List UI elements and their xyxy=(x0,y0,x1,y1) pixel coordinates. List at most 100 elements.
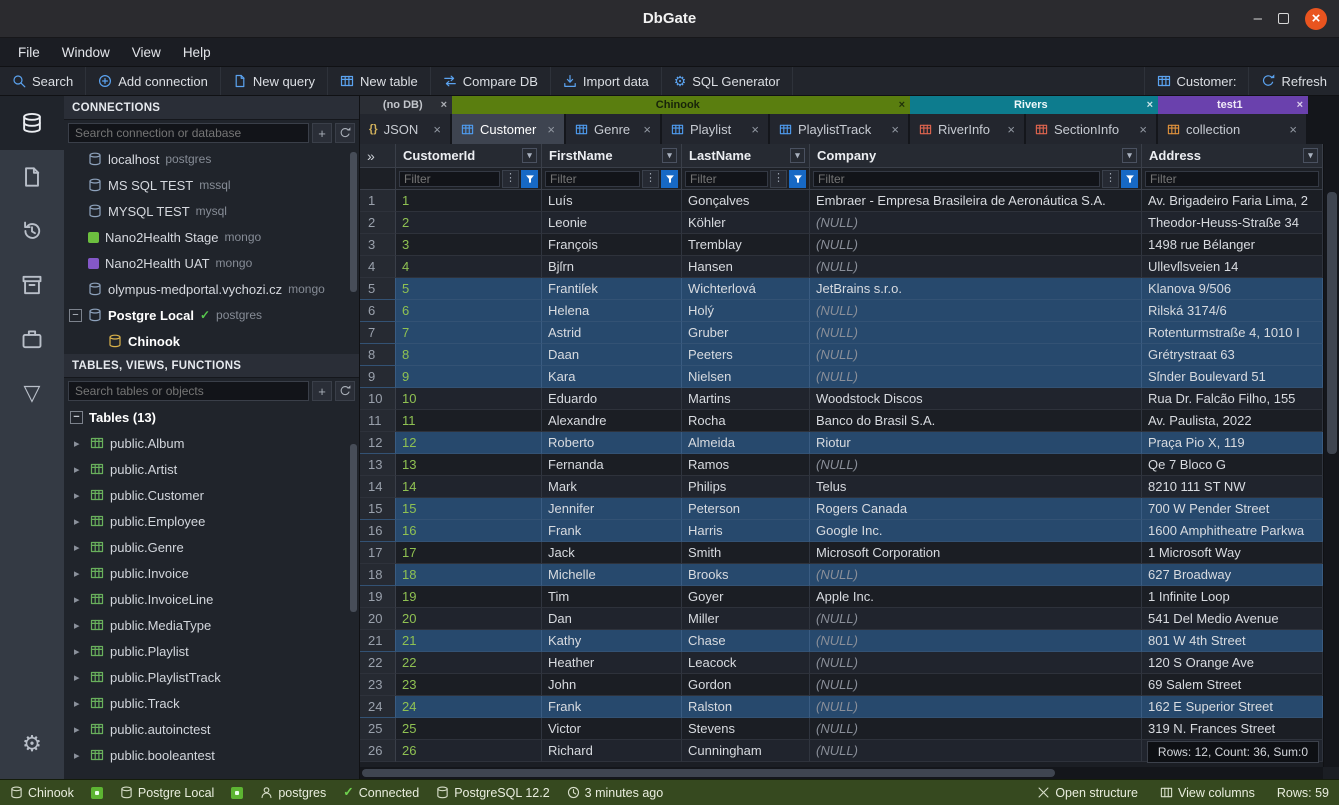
row-number[interactable]: 18 xyxy=(360,564,396,586)
grid-cell[interactable]: (NULL) xyxy=(810,300,1142,322)
grid-cell[interactable]: Sſnder Boulevard 51 xyxy=(1142,366,1323,388)
status-open-structure[interactable]: Open structure xyxy=(1037,786,1138,800)
grid-cell[interactable]: Eduardo xyxy=(542,388,682,410)
row-number[interactable]: 20 xyxy=(360,608,396,630)
grid-cell[interactable]: 1498 rue Bélanger xyxy=(1142,234,1323,256)
row-number[interactable]: 1 xyxy=(360,190,396,212)
filter-input-lastname[interactable] xyxy=(685,171,768,187)
menu-item-help[interactable]: Help xyxy=(173,42,221,63)
row-number[interactable]: 2 xyxy=(360,212,396,234)
toolbar-import-data-button[interactable]: Import data xyxy=(551,67,662,95)
grid-cell[interactable]: Tremblay xyxy=(682,234,810,256)
row-number[interactable]: 17 xyxy=(360,542,396,564)
add-connection-small-button[interactable]: + xyxy=(312,123,332,143)
grid-cell[interactable]: 69 Salem Street xyxy=(1142,674,1323,696)
grid-cell[interactable]: Tim xyxy=(542,586,682,608)
tab-playlisttrack[interactable]: PlaylistTrack× xyxy=(770,114,910,144)
chevron-right-icon[interactable]: ▸ xyxy=(74,619,84,632)
column-header-address[interactable]: Address▾ xyxy=(1142,144,1323,167)
grid-cell[interactable]: Fernanda xyxy=(542,454,682,476)
vertical-scrollbar-thumb[interactable] xyxy=(1327,192,1337,454)
grid-cell[interactable]: Almeida xyxy=(682,432,810,454)
grid-cell[interactable]: 7 xyxy=(396,322,542,344)
toolbar-sql-generator-button[interactable]: ⚙SQL Generator xyxy=(662,67,793,95)
grid-cell[interactable]: Rilská 3174/6 xyxy=(1142,300,1323,322)
table-item[interactable]: ▸public.Artist xyxy=(64,456,359,482)
status-view-columns[interactable]: View columns xyxy=(1160,786,1255,800)
row-number[interactable]: 26 xyxy=(360,740,396,762)
connection-item[interactable]: −Postgre Local✓postgres xyxy=(64,302,359,328)
grid-cell[interactable]: Microsoft Corporation xyxy=(810,542,1142,564)
column-dropdown-icon[interactable]: ▾ xyxy=(662,148,677,163)
chevron-right-icon[interactable]: ▸ xyxy=(74,749,84,762)
grid-cell[interactable]: Woodstock Discos xyxy=(810,388,1142,410)
grid-cell[interactable]: Google Inc. xyxy=(810,520,1142,542)
toolbar-compare-db-button[interactable]: Compare DB xyxy=(431,67,551,95)
row-number[interactable]: 6 xyxy=(360,300,396,322)
grid-cell[interactable]: 20 xyxy=(396,608,542,630)
collapse-icon[interactable]: − xyxy=(70,411,83,424)
filter-input-company[interactable] xyxy=(813,171,1100,187)
chevron-right-icon[interactable]: ▸ xyxy=(74,463,84,476)
table-item[interactable]: ▸public.Playlist xyxy=(64,638,359,664)
grid-cell[interactable]: Grétrystraat 63 xyxy=(1142,344,1323,366)
close-icon[interactable]: × xyxy=(1139,123,1147,136)
close-icon[interactable]: × xyxy=(751,123,759,136)
grid-cell[interactable]: Banco do Brasil S.A. xyxy=(810,410,1142,432)
table-item[interactable]: ▸public.Customer xyxy=(64,482,359,508)
menu-item-view[interactable]: View xyxy=(122,42,171,63)
rail-item-settings[interactable]: ⚙ xyxy=(0,717,64,771)
filter-menu-button[interactable]: ⋮ xyxy=(642,170,659,188)
grid-cell[interactable]: (NULL) xyxy=(810,718,1142,740)
tables-group-header[interactable]: −Tables (13) xyxy=(64,404,359,430)
grid-cell[interactable]: 24 xyxy=(396,696,542,718)
grid-cell[interactable]: (NULL) xyxy=(810,454,1142,476)
grid-cell[interactable]: Ralston xyxy=(682,696,810,718)
connections-search-input[interactable] xyxy=(68,123,309,143)
grid-cell[interactable]: Embraer - Empresa Brasileira de Aeronáut… xyxy=(810,190,1142,212)
row-number[interactable]: 3 xyxy=(360,234,396,256)
chevron-right-icon[interactable]: ▸ xyxy=(74,671,84,684)
rail-item-connections[interactable] xyxy=(0,96,64,150)
row-number[interactable]: 16 xyxy=(360,520,396,542)
grid-cell[interactable]: 162 E Superior Street xyxy=(1142,696,1323,718)
chevron-right-icon[interactable]: ▸ xyxy=(74,489,84,502)
grid-cell[interactable]: 627 Broadway xyxy=(1142,564,1323,586)
column-dropdown-icon[interactable]: ▾ xyxy=(522,148,537,163)
grid-cell[interactable]: Rua Dr. Falcão Filho, 155 xyxy=(1142,388,1323,410)
rail-item-filter[interactable]: ▽ xyxy=(0,366,64,420)
grid-cell[interactable]: Daan xyxy=(542,344,682,366)
grid-cell[interactable]: 1 Infinite Loop xyxy=(1142,586,1323,608)
grid-cell[interactable]: 18 xyxy=(396,564,542,586)
maximize-button[interactable] xyxy=(1278,13,1289,24)
grid-cell[interactable]: Kathy xyxy=(542,630,682,652)
filter-funnel-button[interactable] xyxy=(661,170,678,188)
grid-cell[interactable]: Roberto xyxy=(542,432,682,454)
tab-group-rivers[interactable]: Rivers× xyxy=(910,96,1158,114)
chevron-right-icon[interactable]: ▸ xyxy=(74,723,84,736)
column-header-firstname[interactable]: FirstName▾ xyxy=(542,144,682,167)
grid-cell[interactable]: Praça Pio X, 119 xyxy=(1142,432,1323,454)
grid-cell[interactable]: Kara xyxy=(542,366,682,388)
grid-cell[interactable]: 8 xyxy=(396,344,542,366)
grid-cell[interactable]: 541 Del Medio Avenue xyxy=(1142,608,1323,630)
grid-cell[interactable]: 11 xyxy=(396,410,542,432)
close-button[interactable]: × xyxy=(1305,8,1327,30)
close-icon[interactable]: × xyxy=(1289,123,1297,136)
row-number[interactable]: 24 xyxy=(360,696,396,718)
filter-funnel-button[interactable] xyxy=(521,170,538,188)
refresh-connections-button[interactable] xyxy=(335,123,355,143)
grid-cell[interactable]: 16 xyxy=(396,520,542,542)
grid-cell[interactable]: Gruber xyxy=(682,322,810,344)
row-number[interactable]: 13 xyxy=(360,454,396,476)
grid-cell[interactable]: 1 Microsoft Way xyxy=(1142,542,1323,564)
tab-json[interactable]: {}JSON× xyxy=(360,114,452,144)
column-dropdown-icon[interactable]: ▾ xyxy=(790,148,805,163)
grid-cell[interactable]: Ramos xyxy=(682,454,810,476)
filter-menu-button[interactable]: ⋮ xyxy=(502,170,519,188)
filter-funnel-button[interactable] xyxy=(789,170,806,188)
grid-cell[interactable]: 25 xyxy=(396,718,542,740)
grid-cell[interactable]: 8210 111 ST NW xyxy=(1142,476,1323,498)
grid-cell[interactable]: Heather xyxy=(542,652,682,674)
grid-cell[interactable]: 22 xyxy=(396,652,542,674)
